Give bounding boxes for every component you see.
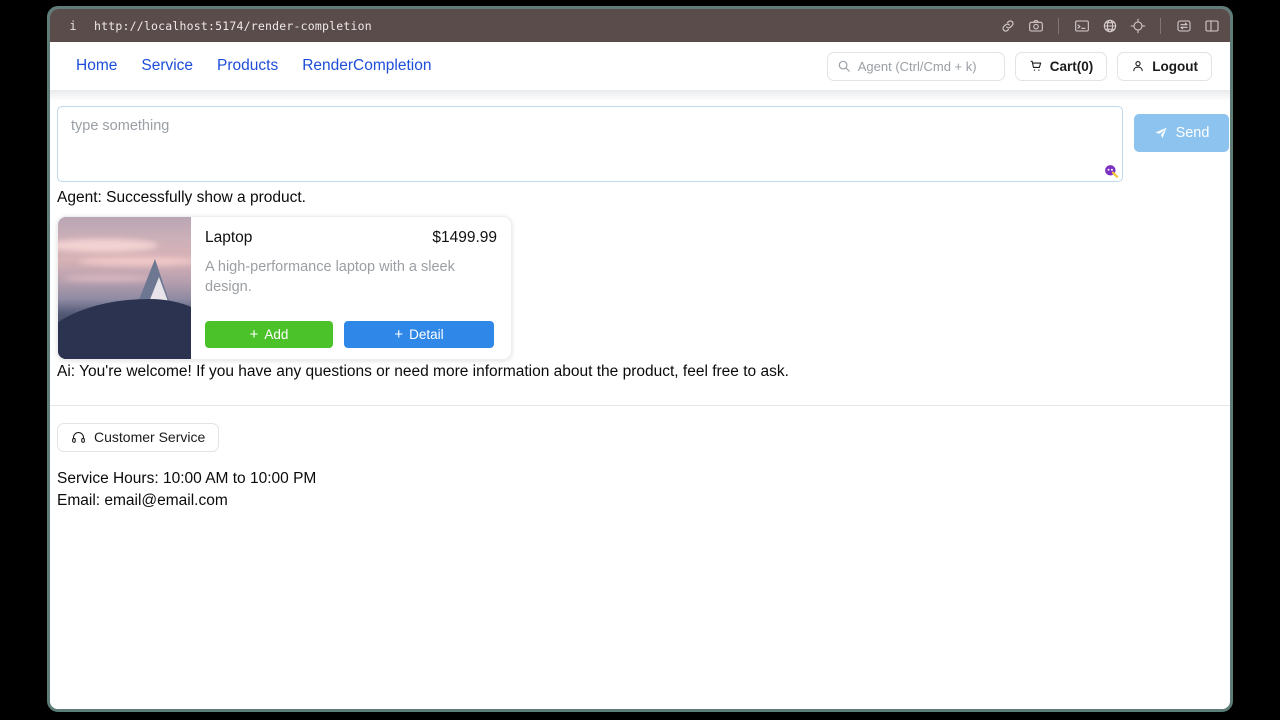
browser-titlebar: i http://localhost:5174/render-completio… (50, 9, 1230, 42)
browser-window: i http://localhost:5174/render-completio… (47, 6, 1233, 712)
mountain-ridge (58, 299, 191, 359)
message-composer: type something Send (50, 100, 1230, 182)
agent-search-placeholder: Agent (Ctrl/Cmd + k) (858, 59, 977, 74)
plus-icon-detail: + (394, 327, 403, 342)
agent-search-input[interactable]: Agent (Ctrl/Cmd + k) (827, 52, 1005, 81)
target-icon[interactable] (1129, 17, 1146, 34)
product-header: Laptop $1499.99 (205, 229, 497, 247)
titlebar-icon-group (999, 17, 1220, 34)
send-label: Send (1176, 125, 1210, 141)
chat-thread: Agent: Successfully show a product. Lapt… (50, 182, 1230, 385)
send-plane-icon (1154, 126, 1168, 140)
product-image (58, 217, 191, 359)
customer-service-section: Customer Service Service Hours: 10:00 AM… (50, 406, 1230, 513)
customer-service-label: Customer Service (94, 429, 205, 445)
camera-icon[interactable] (1027, 17, 1044, 34)
nav-link-home[interactable]: Home (76, 57, 117, 75)
logout-button[interactable]: Logout (1117, 52, 1212, 81)
cart-label: Cart(0) (1050, 59, 1094, 74)
product-detail-button[interactable]: + Detail (344, 321, 494, 348)
globe-icon[interactable] (1101, 17, 1118, 34)
product-actions: + Add + Detail (205, 321, 497, 348)
terminal-icon[interactable] (1073, 17, 1090, 34)
site-navbar: Home Service Products RenderCompletion A… (50, 42, 1230, 90)
product-price: $1499.99 (432, 229, 497, 247)
nav-link-products[interactable]: Products (217, 57, 278, 75)
message-textarea[interactable]: type something (57, 106, 1123, 182)
service-hours: Service Hours: 10:00 AM to 10:00 PM (57, 468, 1230, 490)
navbar-actions: Agent (Ctrl/Cmd + k) Cart(0) (827, 52, 1212, 81)
product-body: Laptop $1499.99 A high-performance lapto… (191, 217, 511, 359)
product-description: A high-performance laptop with a sleek d… (205, 257, 470, 297)
search-icon (837, 59, 851, 73)
titlebar-separator-1 (1058, 18, 1059, 34)
add-to-cart-button[interactable]: + Add (205, 321, 333, 348)
page-info-icon[interactable]: i (64, 19, 82, 33)
page-content: Home Service Products RenderCompletion A… (50, 42, 1230, 709)
headphones-icon (71, 430, 86, 445)
transfer-icon[interactable] (1175, 17, 1192, 34)
link-icon[interactable] (999, 17, 1016, 34)
user-icon (1131, 59, 1145, 73)
split-pane-icon[interactable] (1203, 17, 1220, 34)
service-email: Email: email@email.com (57, 490, 1230, 512)
nav-link-group: Home Service Products RenderCompletion (76, 57, 431, 75)
customer-service-button[interactable]: Customer Service (57, 423, 219, 452)
product-title: Laptop (205, 229, 252, 247)
logout-label: Logout (1152, 59, 1198, 74)
detail-button-label: Detail (409, 327, 444, 342)
cart-button[interactable]: Cart(0) (1015, 52, 1108, 81)
plus-icon-add: + (250, 327, 259, 342)
navbar-shadow-band (50, 90, 1230, 100)
service-info: Service Hours: 10:00 AM to 10:00 PM Emai… (57, 468, 1230, 513)
product-card[interactable]: Laptop $1499.99 A high-performance lapto… (57, 216, 512, 360)
send-button[interactable]: Send (1134, 114, 1229, 152)
cart-icon (1029, 59, 1043, 73)
agent-badge-icon[interactable] (1103, 163, 1119, 179)
cloud-shape-1 (58, 239, 158, 252)
add-button-label: Add (264, 327, 288, 342)
agent-message: Agent: Successfully show a product. (57, 186, 1230, 210)
message-input-wrapper: type something (57, 106, 1123, 182)
titlebar-separator-2 (1160, 18, 1161, 34)
url-text[interactable]: http://localhost:5174/render-completion (94, 19, 372, 33)
nav-link-service[interactable]: Service (141, 57, 193, 75)
ai-message: Ai: You're welcome! If you have any ques… (57, 360, 1230, 384)
nav-link-rendercompletion[interactable]: RenderCompletion (302, 57, 431, 75)
